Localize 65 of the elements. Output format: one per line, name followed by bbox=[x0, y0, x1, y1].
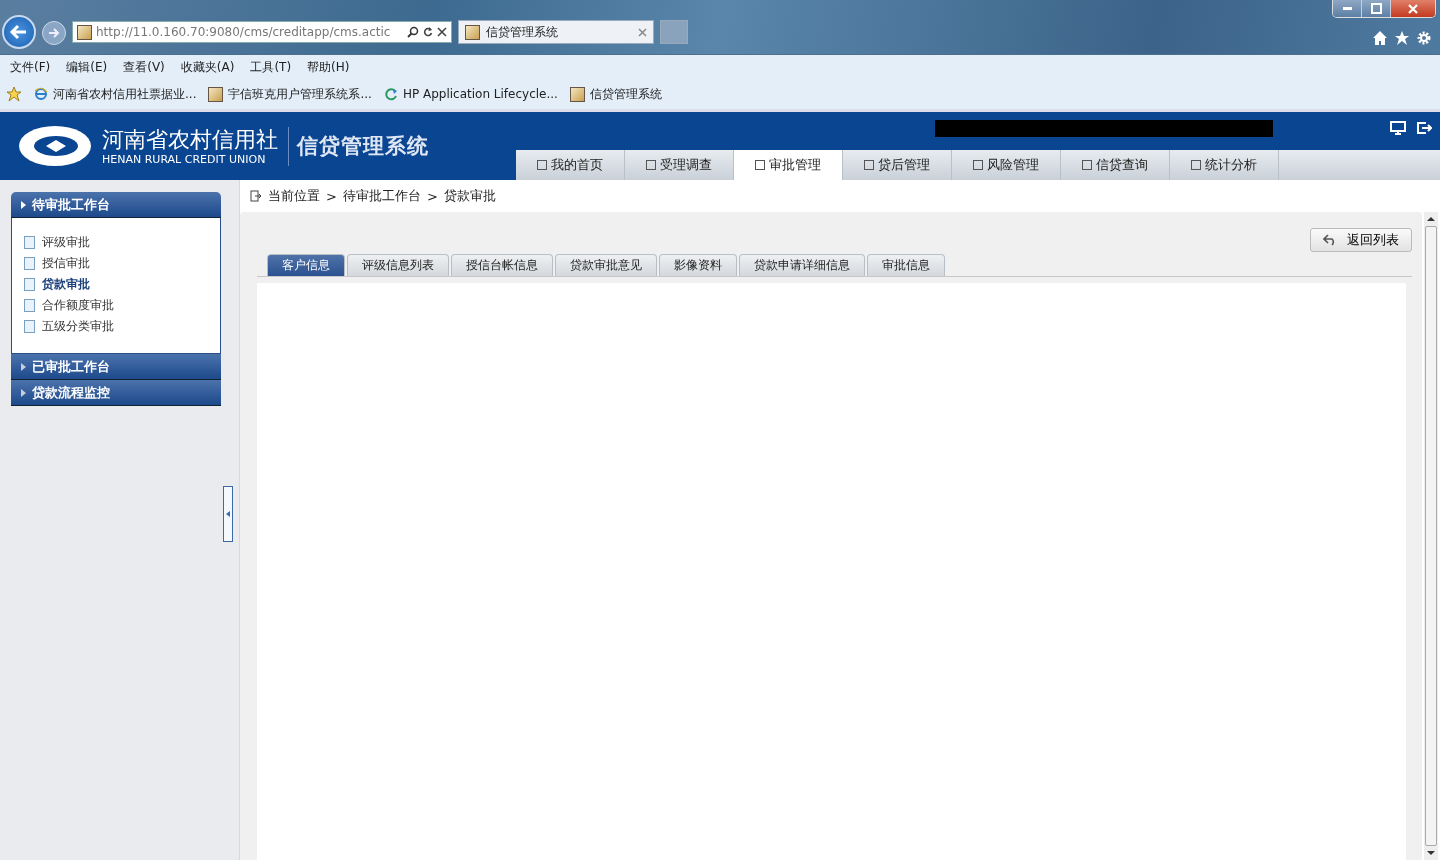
logo-icon bbox=[16, 123, 94, 169]
page-icon bbox=[77, 24, 92, 40]
menu-item[interactable]: 收藏夹(A) bbox=[180, 58, 235, 76]
breadcrumb-separator: > bbox=[326, 188, 337, 204]
star-icon[interactable] bbox=[1394, 30, 1410, 46]
org-name: 河南省农村信用社 bbox=[102, 126, 278, 153]
tab[interactable]: 影像资料 bbox=[659, 254, 737, 276]
menu-item[interactable]: 文件(F) bbox=[10, 58, 51, 76]
circular-arrows-icon bbox=[383, 87, 398, 101]
back-button[interactable] bbox=[2, 15, 36, 49]
tab[interactable]: 审批信息 bbox=[867, 254, 945, 276]
menu-item[interactable]: 工具(T) bbox=[250, 58, 292, 76]
breadcrumb-item: 当前位置 bbox=[268, 187, 320, 205]
collapse-handle[interactable] bbox=[223, 486, 233, 542]
restore-button[interactable] bbox=[1362, 0, 1391, 17]
sidebar-item[interactable]: 评级审批 bbox=[24, 234, 208, 251]
breadcrumb-item: 待审批工作台 bbox=[342, 187, 421, 205]
favorite-link[interactable]: HP Application Lifecycle... bbox=[383, 87, 558, 101]
favorites-star-icon[interactable] bbox=[6, 86, 22, 102]
sidebar-item[interactable]: 合作额度审批 bbox=[24, 297, 208, 314]
menu-item[interactable]: 帮助(H) bbox=[307, 58, 350, 76]
forward-button[interactable] bbox=[42, 21, 66, 45]
return-arrow-icon bbox=[1323, 234, 1337, 246]
favorite-link[interactable]: 信贷管理系统 bbox=[569, 85, 662, 103]
home-icon[interactable] bbox=[1372, 30, 1388, 46]
sidebar-group-header[interactable]: 待审批工作台 bbox=[11, 192, 221, 218]
sidebar-group-header[interactable]: 已审批工作台 bbox=[11, 354, 221, 380]
scrollbar[interactable] bbox=[1424, 212, 1438, 860]
page-icon bbox=[465, 24, 480, 40]
menu-item[interactable]: 编辑(E) bbox=[66, 58, 108, 76]
breadcrumb-separator: > bbox=[426, 188, 438, 204]
location-icon bbox=[250, 190, 262, 202]
close-button[interactable] bbox=[1391, 0, 1435, 17]
refresh-icon[interactable] bbox=[423, 26, 433, 38]
tab[interactable]: 评级信息列表 bbox=[347, 254, 449, 276]
system-title: 信贷管理系统 bbox=[297, 133, 429, 160]
page-icon bbox=[208, 86, 224, 102]
search-icon[interactable] bbox=[407, 26, 419, 38]
sidebar-group-header[interactable]: 贷款流程监控 bbox=[11, 380, 221, 406]
tab[interactable]: 贷款申请详细信息 bbox=[739, 254, 865, 276]
close-tab-icon[interactable] bbox=[638, 27, 647, 37]
sidebar-item[interactable]: 五级分类审批 bbox=[24, 318, 208, 335]
nav-tab[interactable]: 审批管理 bbox=[734, 150, 843, 180]
monitor-icon[interactable] bbox=[1390, 120, 1406, 136]
back-to-list-button[interactable]: 返回列表 bbox=[1310, 228, 1412, 252]
page-icon bbox=[569, 86, 585, 102]
favorite-link[interactable]: 宇信班克用户管理系统系... bbox=[208, 85, 372, 103]
address-bar[interactable]: http://11.0.160.70:9080/cms/creditapp/cms.actic bbox=[72, 21, 452, 43]
menu-item[interactable]: 查看(V) bbox=[123, 58, 165, 76]
minimize-button[interactable] bbox=[1333, 0, 1362, 17]
forward-arrow-icon bbox=[47, 26, 61, 40]
tab[interactable]: 授信台帐信息 bbox=[451, 254, 553, 276]
sidebar-item[interactable]: 贷款审批 bbox=[24, 276, 208, 293]
settings-icon[interactable] bbox=[1416, 30, 1432, 46]
tab[interactable]: 客户信息 bbox=[267, 254, 345, 276]
breadcrumb-item: 贷款审批 bbox=[443, 187, 496, 205]
browser-tab[interactable]: 信贷管理系统 bbox=[458, 20, 654, 44]
org-name-english: HENAN RURAL CREDIT UNION bbox=[102, 152, 267, 166]
favorite-link[interactable]: 河南省农村信用社票据业... bbox=[34, 85, 197, 103]
sidebar-item[interactable]: 授信审批 bbox=[24, 255, 208, 272]
logout-icon[interactable] bbox=[1416, 120, 1432, 136]
tab[interactable]: 贷款审批意见 bbox=[555, 254, 657, 276]
close-icon bbox=[1408, 3, 1418, 14]
stop-icon[interactable] bbox=[437, 27, 447, 37]
browser-logo-icon bbox=[34, 87, 48, 101]
